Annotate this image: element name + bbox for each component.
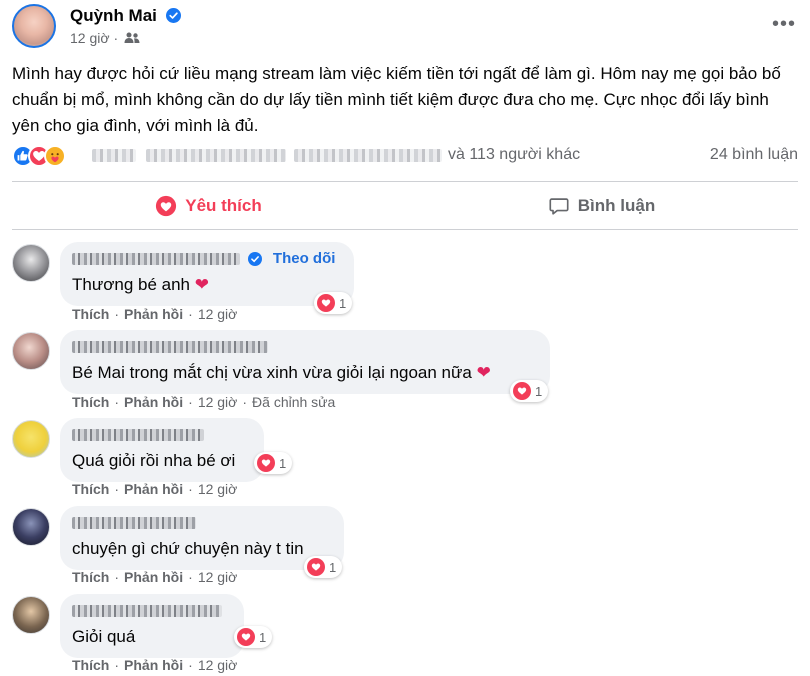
heart-icon <box>156 195 177 217</box>
commenter-avatar[interactable] <box>12 332 50 370</box>
comment-text: Giỏi quá <box>72 625 232 649</box>
reactor-names-blurred[interactable] <box>146 149 286 162</box>
reaction-count: 1 <box>279 455 287 471</box>
post-time-text[interactable]: 12 giờ <box>70 30 110 46</box>
commenter-name-blurred[interactable] <box>72 252 240 265</box>
verified-badge-icon <box>165 8 181 23</box>
commenter-name-blurred[interactable] <box>72 516 196 529</box>
heart-icon <box>513 382 531 400</box>
commenter-avatar[interactable] <box>12 508 50 546</box>
post-action-row: Yêu thích Bình luận <box>12 186 798 226</box>
comment-text: Quá giỏi rồi nha bé ơi <box>72 449 252 473</box>
comment-like-link[interactable]: Thích <box>72 394 109 410</box>
reaction-count: 1 <box>329 559 337 575</box>
author-avatar[interactable] <box>12 4 56 48</box>
comment-header <box>72 514 332 534</box>
comment-bubble: Giỏi quá <box>60 594 244 658</box>
commenter-avatar[interactable] <box>12 420 50 458</box>
more-options-button[interactable]: ••• <box>770 14 798 34</box>
comment-bubble: Quá giỏi rồi nha bé ơi <box>60 418 264 482</box>
comment-time[interactable]: 12 giờ <box>198 306 238 322</box>
friends-audience-icon[interactable] <box>124 32 140 44</box>
post-body-text: Mình hay được hỏi cứ liều mạng stream là… <box>12 64 781 135</box>
commenter-name-blurred[interactable] <box>72 604 222 617</box>
heart-icon <box>307 558 325 576</box>
author-name[interactable]: Quỳnh Mai <box>70 6 181 26</box>
love-reaction-label[interactable]: Yêu thích <box>185 196 262 216</box>
comment-time[interactable]: 12 giờ <box>198 569 238 585</box>
comment-header <box>72 338 538 358</box>
commenter-avatar[interactable] <box>12 596 50 634</box>
comment-like-link[interactable]: Thích <box>72 657 109 673</box>
commenter-avatar[interactable] <box>12 244 50 282</box>
comment-like-link[interactable]: Thích <box>72 306 109 322</box>
comment-reply-link[interactable]: Phản hồi <box>124 657 183 673</box>
comment-actions: Thích · Phản hồi · 12 giờ <box>72 569 238 585</box>
heart-icon <box>257 454 275 472</box>
reaction-count: 1 <box>535 383 543 399</box>
comment-bubble: chuyện gì chứ chuyện này t tin <box>60 506 344 570</box>
comment-like-link[interactable]: Thích <box>72 481 109 497</box>
comment-reaction-badge[interactable]: 1 <box>254 452 293 474</box>
comment-text-content: Giỏi quá <box>72 627 136 646</box>
author-name-text[interactable]: Quỳnh Mai <box>70 6 157 25</box>
comment-button-label[interactable]: Bình luận <box>578 196 655 216</box>
comment-time[interactable]: 12 giờ <box>198 481 238 497</box>
edited-label: Đã chỉnh sửa <box>252 394 336 410</box>
comment-reply-link[interactable]: Phản hồi <box>124 394 183 410</box>
follow-link[interactable]: Theo dõi <box>273 250 336 267</box>
comment-reaction-badge[interactable]: 1 <box>234 626 273 648</box>
comment-button[interactable]: Bình luận <box>405 186 798 226</box>
comment-reply-link[interactable]: Phản hồi <box>124 306 183 322</box>
comment-actions: Thích · Phản hồi · 12 giờ <box>72 481 238 497</box>
comment-text-content: Thương bé anh <box>72 275 190 294</box>
red-heart-emoji: ❤ <box>476 363 491 382</box>
post-timestamp[interactable]: 12 giờ · <box>70 30 140 46</box>
comment-actions: Thích · Phản hồi · 12 giờ <box>72 657 238 673</box>
heart-icon <box>317 294 335 312</box>
reaction-count: 1 <box>339 295 347 311</box>
love-reaction-button[interactable]: Yêu thích <box>12 186 405 226</box>
post-header: Quỳnh Mai 12 giờ · ••• <box>12 4 798 52</box>
comment-icon <box>549 198 569 215</box>
reaction-count-text[interactable]: và 113 người khác <box>448 146 580 164</box>
reaction-icons[interactable] <box>12 145 86 167</box>
comment-text: Thương bé anh ❤ <box>72 273 342 297</box>
comment-like-link[interactable]: Thích <box>72 569 109 585</box>
comment-header: Theo dõi <box>72 250 342 270</box>
comment-header <box>72 426 252 446</box>
comment-time[interactable]: 12 giờ <box>198 394 238 410</box>
commenter-name-blurred[interactable] <box>72 340 268 353</box>
comment-reaction-badge[interactable]: 1 <box>510 380 549 402</box>
reactions-summary-row: và 113 người khác 24 bình luận <box>12 143 798 169</box>
reaction-count: 1 <box>259 629 267 645</box>
verified-badge-icon <box>248 251 263 266</box>
comment-time[interactable]: 12 giờ <box>198 657 238 673</box>
comment-text-content: Quá giỏi rồi nha bé ơi <box>72 451 236 470</box>
comment-actions: Thích · Phản hồi · 12 giờ · Đã chỉnh sửa <box>72 394 336 410</box>
commenter-name-blurred[interactable] <box>72 428 204 441</box>
comment-bubble: Bé Mai trong mắt chị vừa xinh vừa giỏi l… <box>60 330 550 394</box>
divider <box>12 181 798 182</box>
heart-icon <box>237 628 255 646</box>
comment-text-content: chuyện gì chứ chuyện này t tin <box>72 539 304 558</box>
comment-reaction-badge[interactable]: 1 <box>304 556 343 578</box>
comment-text: Bé Mai trong mắt chị vừa xinh vừa giỏi l… <box>72 361 538 385</box>
reactor-names-blurred[interactable] <box>294 149 442 162</box>
comment-reply-link[interactable]: Phản hồi <box>124 569 183 585</box>
comment-reaction-badge[interactable]: 1 <box>314 292 353 314</box>
care-icon <box>44 145 66 167</box>
reactor-names-blurred[interactable] <box>92 149 136 162</box>
comment-text-content: Bé Mai trong mắt chị vừa xinh vừa giỏi l… <box>72 363 472 382</box>
comment-reply-link[interactable]: Phản hồi <box>124 481 183 497</box>
red-heart-emoji: ❤ <box>194 275 209 294</box>
divider <box>12 229 798 230</box>
comment-text: chuyện gì chứ chuyện này t tin <box>72 537 332 561</box>
comment-actions: Thích · Phản hồi · 12 giờ <box>72 306 238 322</box>
comment-count-link[interactable]: 24 bình luận <box>710 146 798 164</box>
comment-bubble: Theo dõi Thương bé anh ❤ <box>60 242 354 306</box>
comment-header <box>72 602 232 622</box>
